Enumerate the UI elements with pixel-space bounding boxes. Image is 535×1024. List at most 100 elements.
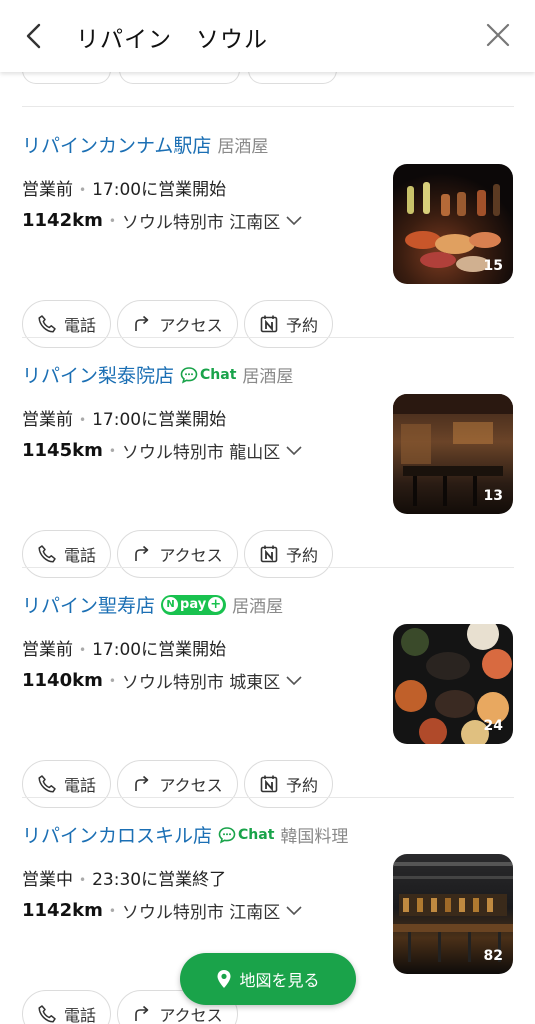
- open-status: 営業前: [22, 410, 73, 430]
- access-label: アクセス: [159, 776, 223, 795]
- place-card[interactable]: リパイン梨泰院店 Chat 居酒屋 営業前 • 17:00に営業開始 1145km •…: [0, 337, 535, 578]
- place-card[interactable]: リパイン聖寿店 Npay + 居酒屋 営業前 • 17:00に営業開始 1140km •…: [0, 567, 535, 808]
- photo-count: 13: [483, 488, 503, 504]
- chevron-down-icon: [286, 905, 302, 915]
- photo-count: 15: [483, 258, 503, 274]
- status-row: 営業前 • 17:00に営業開始: [22, 405, 226, 430]
- place-category: 韓国料理: [280, 827, 349, 847]
- separator-dot: •: [108, 673, 116, 688]
- chat-bubble-icon: [180, 366, 198, 384]
- separator-dot: •: [79, 873, 87, 887]
- call-label: 電話: [63, 776, 96, 795]
- npay-badge[interactable]: Npay +: [161, 594, 227, 615]
- title-row: リパイン梨泰院店 Chat 居酒屋: [22, 361, 293, 388]
- photo-count: 82: [483, 948, 503, 964]
- npay-label: pay: [180, 597, 207, 612]
- phone-icon: [38, 315, 56, 333]
- directions-icon: [135, 775, 149, 791]
- place-category: 居酒屋: [232, 597, 284, 617]
- reserve-label: 予約: [285, 316, 318, 335]
- hours-text: 23:30に営業終了: [92, 870, 227, 890]
- calendar-n-icon: [260, 775, 278, 793]
- separator-dot: •: [79, 413, 87, 427]
- reserve-label: 予約: [285, 546, 318, 565]
- location-row[interactable]: 1142km • ソウル特別市 江南区: [22, 898, 302, 923]
- search-query[interactable]: リパイン ソウル: [76, 20, 268, 54]
- place-category: 居酒屋: [242, 367, 294, 387]
- calendar-n-icon: [260, 315, 278, 333]
- map-pin-icon: [217, 970, 231, 988]
- plus-icon: +: [208, 597, 224, 612]
- location-row[interactable]: 1142km • ソウル特別市 江南区: [22, 208, 302, 233]
- address: ソウル特別市 江南区: [121, 903, 281, 923]
- distance: 1140km: [22, 670, 103, 691]
- open-status: 営業前: [22, 180, 73, 200]
- place-card[interactable]: リパインカンナム駅店 居酒屋 営業前 • 17:00に営業開始 1142km • ソウル…: [0, 107, 535, 348]
- call-label: 電話: [63, 1006, 96, 1024]
- title-row: リパイン聖寿店 Npay + 居酒屋: [22, 591, 283, 618]
- chat-bubble-icon: [218, 826, 236, 844]
- view-map-button[interactable]: 地図を見る: [180, 953, 356, 1005]
- directions-icon: [135, 1005, 149, 1021]
- location-row[interactable]: 1145km • ソウル特別市 龍山区: [22, 438, 302, 463]
- status-row: 営業中 • 23:30に営業終了: [22, 865, 226, 890]
- photo-count: 24: [483, 718, 503, 734]
- address: ソウル特別市 城東区: [121, 673, 281, 693]
- place-photo[interactable]: 15: [393, 164, 513, 284]
- separator-dot: •: [108, 903, 116, 918]
- close-button[interactable]: [485, 22, 511, 48]
- distance: 1142km: [22, 210, 103, 231]
- calendar-n-icon: [260, 545, 278, 563]
- hours-text: 17:00に営業開始: [92, 410, 227, 430]
- chevron-down-icon: [286, 215, 302, 225]
- place-name[interactable]: リパインカンナム駅店: [22, 131, 211, 158]
- close-icon: [486, 23, 510, 47]
- place-name[interactable]: リパイン聖寿店: [22, 591, 155, 618]
- naver-n-icon: N: [163, 597, 179, 612]
- place-category: 居酒屋: [217, 137, 269, 157]
- access-label: アクセス: [159, 1006, 223, 1024]
- call-label: 電話: [63, 316, 96, 335]
- chat-label: Chat: [238, 826, 275, 843]
- chat-label: Chat: [200, 366, 237, 383]
- separator-dot: •: [79, 183, 87, 197]
- address: ソウル特別市 龍山区: [121, 443, 281, 463]
- hours-text: 17:00に営業開始: [92, 640, 227, 660]
- view-map-label: 地図を見る: [239, 971, 320, 990]
- chevron-down-icon: [286, 445, 302, 455]
- access-label: アクセス: [159, 546, 223, 565]
- separator-dot: •: [79, 643, 87, 657]
- title-row: リパインカロスキル店 Chat 韓国料理: [22, 821, 348, 848]
- title-row: リパインカンナム駅店 居酒屋: [22, 131, 268, 158]
- search-header: リパイン ソウル: [0, 0, 535, 72]
- location-row[interactable]: 1140km • ソウル特別市 城東区: [22, 668, 302, 693]
- directions-icon: [135, 315, 149, 331]
- status-row: 営業前 • 17:00に営業開始: [22, 635, 226, 660]
- reserve-label: 予約: [285, 776, 318, 795]
- place-name[interactable]: リパイン梨泰院店: [22, 361, 174, 388]
- chevron-down-icon: [286, 675, 302, 685]
- phone-icon: [38, 545, 56, 563]
- phone-icon: [38, 1005, 56, 1023]
- place-name[interactable]: リパインカロスキル店: [22, 821, 212, 848]
- status-row: 営業前 • 17:00に営業開始: [22, 175, 226, 200]
- access-label: アクセス: [159, 316, 223, 335]
- separator-dot: •: [108, 443, 116, 458]
- chat-badge[interactable]: Chat: [180, 366, 236, 384]
- separator-dot: •: [108, 213, 116, 228]
- chevron-left-icon: [26, 23, 41, 49]
- phone-icon: [38, 775, 56, 793]
- address: ソウル特別市 江南区: [121, 213, 281, 233]
- back-button[interactable]: [22, 22, 46, 50]
- chat-badge[interactable]: Chat: [218, 826, 274, 844]
- distance: 1142km: [22, 900, 103, 921]
- place-photo[interactable]: 24: [393, 624, 513, 744]
- open-status: 営業前: [22, 640, 73, 660]
- place-photo[interactable]: 82: [393, 854, 513, 974]
- call-label: 電話: [63, 546, 96, 565]
- distance: 1145km: [22, 440, 103, 461]
- hours-text: 17:00に営業開始: [92, 180, 227, 200]
- call-button[interactable]: 電話: [22, 990, 111, 1024]
- place-photo[interactable]: 13: [393, 394, 513, 514]
- open-status: 営業中: [22, 870, 73, 890]
